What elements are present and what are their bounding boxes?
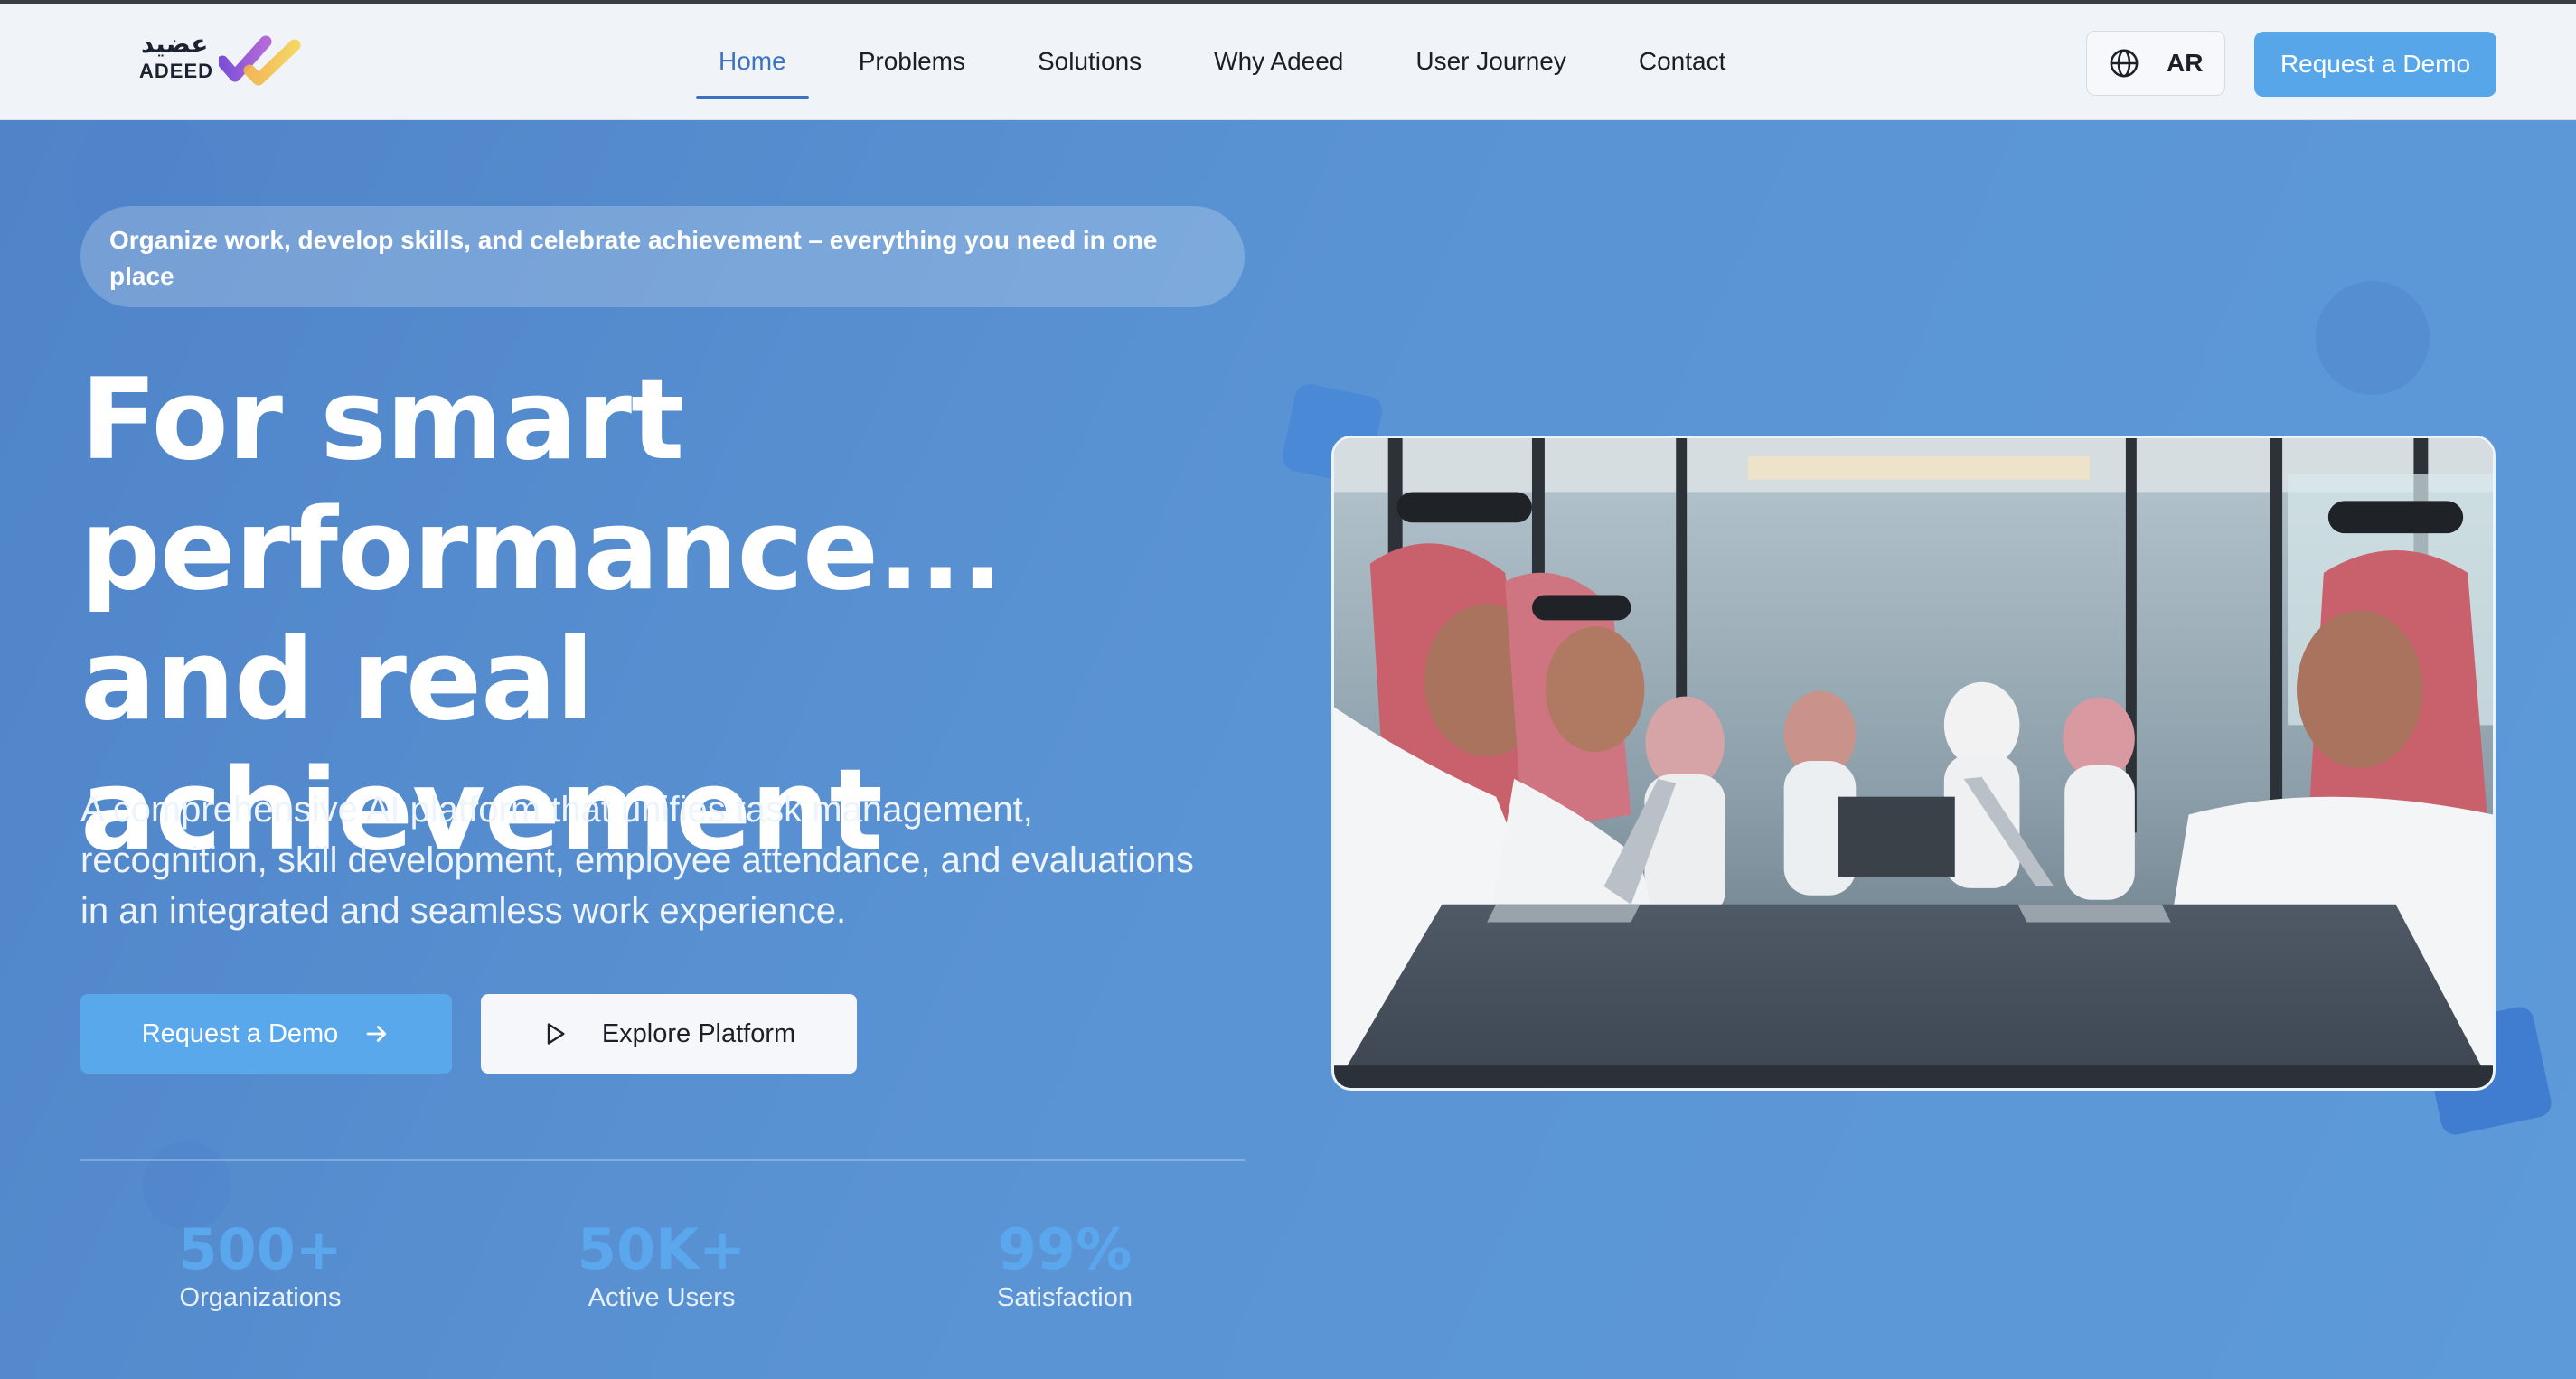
nav-why-adeed[interactable]: Why Adeed <box>1191 23 1366 99</box>
logo-checkmark-icon <box>219 35 301 86</box>
nav-home[interactable]: Home <box>696 23 809 99</box>
stat-active-users: 50K+ Active Users <box>526 1218 797 1313</box>
hero-tagline: Organize work, develop skills, and celeb… <box>80 206 1245 307</box>
hero-section: Organize work, develop skills, and celeb… <box>0 120 2576 1379</box>
stat-value: 500+ <box>178 1216 343 1282</box>
stat-value: 50K+ <box>577 1216 747 1282</box>
request-demo-label: Request a Demo <box>141 1018 339 1048</box>
meeting-photo <box>1331 436 2496 1091</box>
stats-divider <box>80 1159 1245 1161</box>
main-nav: Home Problems Solutions Why Adeed User J… <box>696 23 1748 99</box>
nav-user-journey[interactable]: User Journey <box>1393 23 1589 99</box>
play-icon <box>547 1023 565 1045</box>
adeed-logo[interactable]: عضيد ADEED <box>137 29 301 92</box>
language-label: AR <box>2167 49 2204 77</box>
stat-value: 99% <box>997 1216 1133 1282</box>
nav-solutions[interactable]: Solutions <box>1015 23 1164 99</box>
explore-platform-button[interactable]: Explore Platform <box>481 994 857 1074</box>
site-header: عضيد ADEED Home Problems Solutions Why A… <box>0 0 2576 120</box>
stat-satisfaction: 99% Satisfaction <box>929 1218 1200 1313</box>
stat-organizations: 500+ Organizations <box>125 1218 396 1313</box>
stat-label: Active Users <box>588 1283 736 1312</box>
meeting-illustration <box>1334 438 2493 1088</box>
language-switch-button[interactable]: AR <box>2086 31 2225 96</box>
nav-problems[interactable]: Problems <box>836 23 988 99</box>
stat-label: Organizations <box>179 1283 342 1312</box>
hero-description: A comprehensive AI platform that unifies… <box>80 790 1194 931</box>
stat-label: Satisfaction <box>997 1283 1133 1312</box>
logo-english-text: ADEED <box>139 60 214 82</box>
nav-contact[interactable]: Contact <box>1616 23 1749 99</box>
decorative-circle <box>2316 281 2430 395</box>
arrow-right-icon <box>366 1026 387 1042</box>
request-demo-button[interactable]: Request a Demo <box>80 994 452 1074</box>
logo-arabic-text: عضيد <box>141 29 209 59</box>
explore-platform-label: Explore Platform <box>601 1018 796 1048</box>
header-request-demo-button[interactable]: Request a Demo <box>2254 32 2496 97</box>
globe-icon <box>2110 49 2139 78</box>
